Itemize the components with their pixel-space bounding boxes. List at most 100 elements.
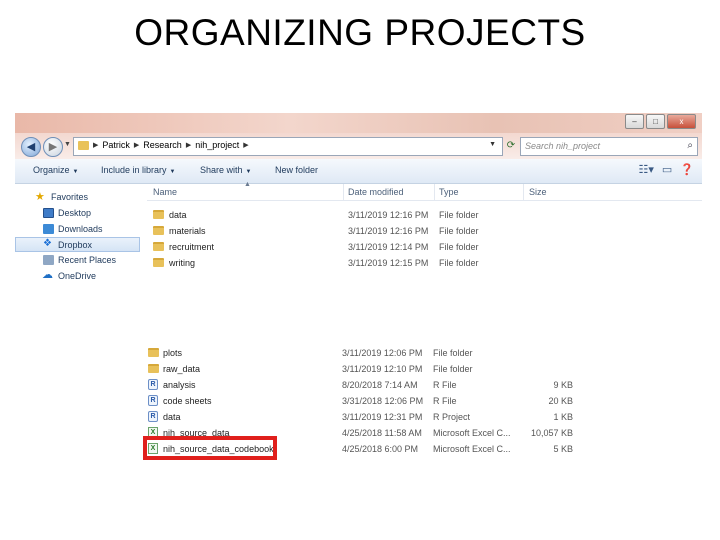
file-type: R Project bbox=[433, 412, 471, 422]
file-row[interactable]: data 3/11/2019 12:16 PM File folder bbox=[147, 207, 702, 223]
file-size: 9 KB bbox=[553, 380, 573, 390]
column-header-type[interactable]: Type bbox=[439, 187, 459, 197]
folder-icon bbox=[153, 242, 164, 251]
help-icon[interactable]: ❓ bbox=[680, 163, 694, 176]
file-row[interactable]: recruitment 3/11/2019 12:14 PM File fold… bbox=[147, 239, 702, 255]
sort-up-icon: ▲ bbox=[244, 181, 251, 188]
forward-button[interactable]: ▶ bbox=[43, 137, 63, 157]
navigation-pane: ★ Favorites Desktop Downloads ❖ Dropbox … bbox=[15, 184, 140, 285]
column-headers: ▲ Name Date modified Type Size bbox=[147, 181, 702, 201]
file-date: 3/11/2019 12:10 PM bbox=[342, 364, 423, 374]
file-type: File folder bbox=[439, 226, 479, 236]
command-bar: Organize ▼ Include in library ▼ Share with… bbox=[15, 159, 702, 184]
nav-item-dropbox[interactable]: ❖ Dropbox bbox=[15, 237, 140, 252]
file-row[interactable]: R analysis 8/20/2018 7:14 AM R File 9 KB bbox=[141, 377, 586, 393]
breadcrumb-item[interactable]: Research bbox=[143, 140, 182, 150]
view-options-icon[interactable]: ☷▾ bbox=[639, 163, 654, 176]
include-in-library-menu[interactable]: Include in library ▼ bbox=[101, 165, 175, 175]
view-controls: ☷▾ ▭ ❓ bbox=[639, 163, 695, 176]
preview-pane-icon[interactable]: ▭ bbox=[662, 163, 672, 176]
file-row[interactable]: materials 3/11/2019 12:16 PM File folder bbox=[147, 223, 702, 239]
nav-item-label: Favorites bbox=[51, 192, 89, 202]
file-date: 4/25/2018 11:58 AM bbox=[342, 428, 422, 438]
caret-down-icon: ▼ bbox=[72, 169, 79, 175]
organize-menu[interactable]: Organize ▼ bbox=[33, 165, 78, 175]
file-row[interactable]: writing 3/11/2019 12:15 PM File folder bbox=[147, 255, 702, 271]
file-row[interactable]: R code sheets 3/31/2018 12:06 PM R File … bbox=[141, 393, 586, 409]
column-divider[interactable] bbox=[434, 184, 435, 200]
file-date: 8/20/2018 7:14 AM bbox=[342, 380, 418, 390]
chevron-right-icon[interactable]: ▶ bbox=[186, 141, 191, 149]
nav-item-label: OneDrive bbox=[58, 271, 97, 281]
file-type: File folder bbox=[433, 364, 473, 374]
file-name: writing bbox=[169, 258, 196, 268]
close-button[interactable]: x bbox=[667, 114, 696, 129]
nav-item-desktop[interactable]: Desktop bbox=[15, 206, 140, 221]
file-name: analysis bbox=[163, 380, 196, 390]
nav-item-label: Desktop bbox=[58, 208, 92, 218]
file-name: plots bbox=[163, 348, 183, 358]
slide-title: ORGANIZING PROJECTS bbox=[134, 12, 586, 53]
include-in-library-label: Include in library bbox=[101, 165, 167, 175]
file-name: data bbox=[163, 412, 181, 422]
column-header-name[interactable]: Name bbox=[153, 187, 177, 197]
highlight-box bbox=[143, 436, 277, 460]
breadcrumb: ▶ Patrick ▶ Research ▶ nih_project ▶ bbox=[78, 140, 249, 150]
minimize-button[interactable]: – bbox=[625, 114, 644, 129]
file-date: 3/31/2018 12:06 PM bbox=[342, 396, 424, 406]
column-divider[interactable] bbox=[343, 184, 344, 200]
chevron-right-icon[interactable]: ▶ bbox=[243, 141, 248, 149]
r-project-icon: R bbox=[148, 411, 158, 422]
search-icon[interactable]: ⌕ bbox=[687, 140, 693, 151]
file-row[interactable]: raw_data 3/11/2019 12:10 PM File folder bbox=[141, 361, 586, 377]
dropbox-icon: ❖ bbox=[43, 238, 52, 249]
nav-item-onedrive[interactable]: ☁ OneDrive bbox=[15, 269, 140, 284]
nav-item-recent-places[interactable]: Recent Places bbox=[15, 253, 140, 268]
caret-down-icon: ▼ bbox=[245, 169, 252, 175]
caret-down-icon: ▼ bbox=[169, 169, 176, 175]
column-divider[interactable] bbox=[523, 184, 524, 200]
folder-icon bbox=[148, 348, 159, 357]
address-row: ◀ ▶ ▼ ▶ Patrick ▶ Research ▶ nih_project… bbox=[15, 133, 702, 159]
file-name: code sheets bbox=[163, 396, 212, 406]
r-file-icon: R bbox=[148, 395, 158, 406]
file-size: 5 KB bbox=[553, 444, 573, 454]
share-with-menu[interactable]: Share with ▼ bbox=[200, 165, 251, 175]
star-icon: ★ bbox=[35, 191, 45, 203]
recent-pages-dropdown[interactable]: ▼ bbox=[64, 141, 71, 148]
folder-icon bbox=[148, 364, 159, 373]
file-size: 20 KB bbox=[548, 396, 573, 406]
file-date: 3/11/2019 12:31 PM bbox=[342, 412, 423, 422]
folder-icon bbox=[153, 258, 164, 267]
nav-item-label: Downloads bbox=[58, 224, 103, 234]
breadcrumb-item[interactable]: nih_project bbox=[195, 140, 239, 150]
file-row[interactable]: plots 3/11/2019 12:06 PM File folder bbox=[141, 345, 586, 361]
new-folder-button[interactable]: New folder bbox=[275, 165, 318, 175]
desktop-icon bbox=[43, 208, 54, 218]
search-box[interactable]: Search nih_project ⌕ bbox=[520, 137, 698, 156]
address-dropdown[interactable]: ▼ bbox=[489, 141, 496, 148]
nav-item-downloads[interactable]: Downloads bbox=[15, 222, 140, 237]
breadcrumb-item[interactable]: Patrick bbox=[102, 140, 130, 150]
file-type: Microsoft Excel C... bbox=[433, 428, 511, 438]
file-name: materials bbox=[169, 226, 206, 236]
maximize-button[interactable]: □ bbox=[646, 114, 665, 129]
file-type: File folder bbox=[439, 242, 479, 252]
column-header-date[interactable]: Date modified bbox=[348, 187, 404, 197]
address-bar[interactable]: ▶ Patrick ▶ Research ▶ nih_project ▶ ▼ bbox=[73, 137, 503, 156]
nav-item-favorites[interactable]: ★ Favorites bbox=[15, 190, 140, 205]
explorer-window: – □ x ◀ ▶ ▼ ▶ Patrick ▶ Research ▶ nih_p… bbox=[15, 113, 702, 285]
file-type: Microsoft Excel C... bbox=[433, 444, 511, 454]
organize-label: Organize bbox=[33, 165, 70, 175]
folder-icon bbox=[153, 226, 164, 235]
refresh-button[interactable]: ⟳ bbox=[504, 137, 518, 154]
nav-item-label: Recent Places bbox=[58, 255, 117, 265]
search-input[interactable]: Search nih_project bbox=[525, 141, 600, 151]
file-date: 3/11/2019 12:16 PM bbox=[348, 226, 429, 236]
file-name: recruitment bbox=[169, 242, 215, 252]
column-header-size[interactable]: Size bbox=[529, 187, 547, 197]
chevron-right-icon[interactable]: ▶ bbox=[134, 141, 139, 149]
file-row[interactable]: R data 3/11/2019 12:31 PM R Project 1 KB bbox=[141, 409, 586, 425]
back-button[interactable]: ◀ bbox=[21, 137, 41, 157]
r-file-icon: R bbox=[148, 379, 158, 390]
